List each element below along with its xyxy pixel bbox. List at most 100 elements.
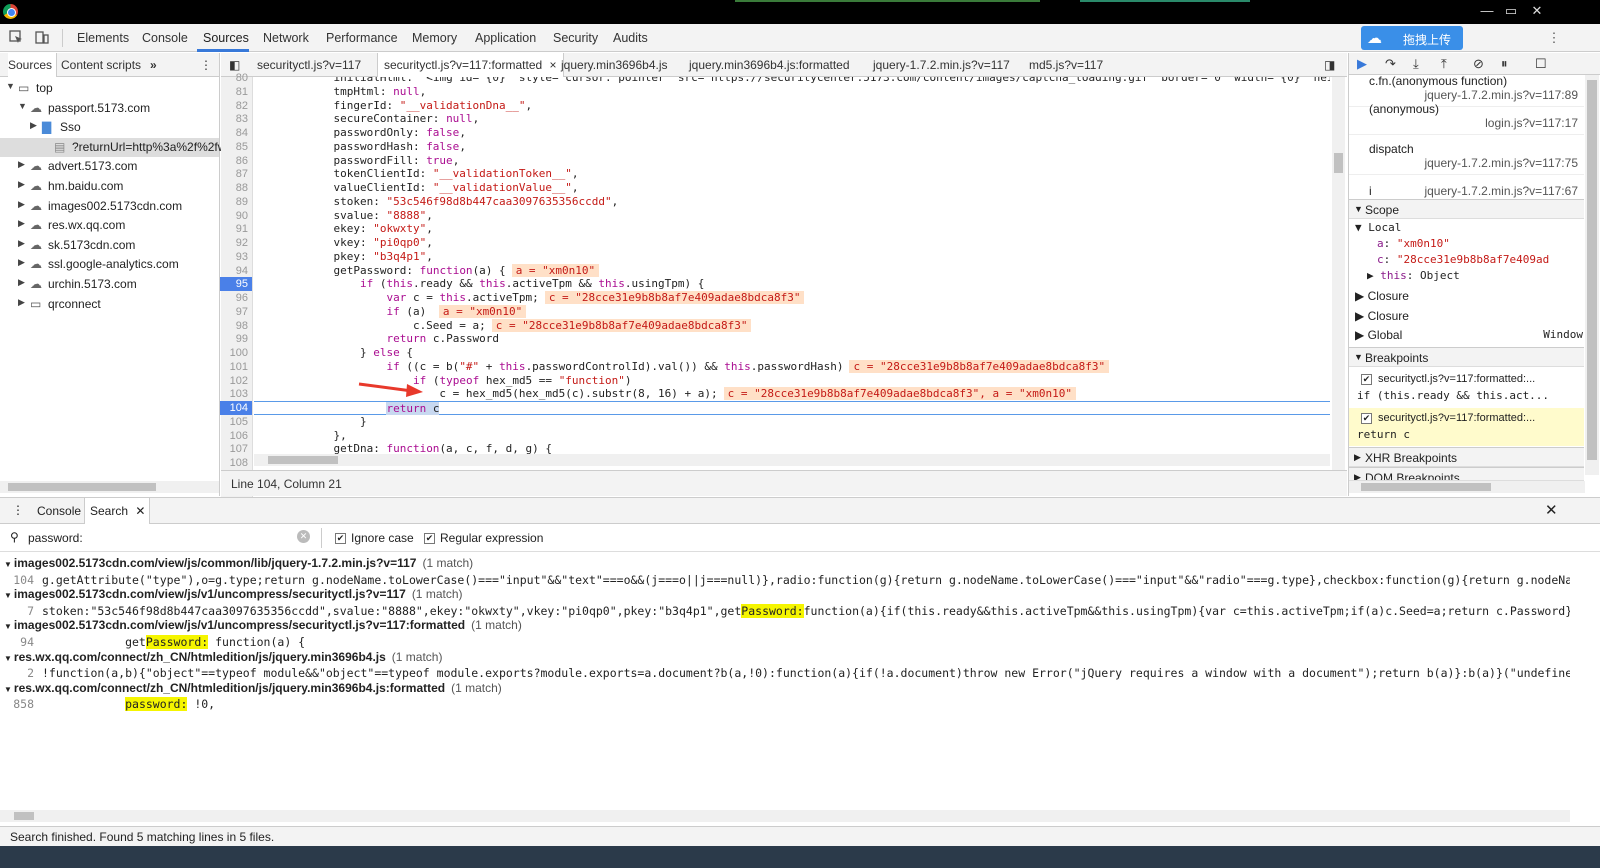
- restore-button[interactable]: ▭: [1500, 2, 1522, 20]
- editor-hscrollbar[interactable]: [254, 454, 1330, 466]
- line-number[interactable]: 100: [230, 346, 248, 360]
- result-file[interactable]: ▼ res.wx.qq.com/connect/zh_CN/htmledition…: [4, 650, 442, 664]
- more-options-icon[interactable]: ⋮: [1546, 30, 1562, 46]
- editor-tab[interactable]: jquery.min3696b4.js: [561, 58, 668, 72]
- tree-item-cloud[interactable]: ▶ ☁ images002.5173cdn.com: [0, 197, 219, 216]
- line-number[interactable]: 97: [236, 305, 248, 319]
- tree-item-cloud[interactable]: ▶ ☁ advert.5173.com: [0, 157, 219, 176]
- collapsed-arrow-icon[interactable]: ▶: [18, 257, 25, 268]
- tab-console[interactable]: Console: [142, 31, 188, 45]
- editor-vscrollbar[interactable]: [1332, 77, 1345, 490]
- close-tab-icon[interactable]: ×: [546, 58, 557, 72]
- collapsed-arrow-icon[interactable]: ▶: [18, 297, 25, 308]
- breakpoint-item[interactable]: ✔ securityctl.js?v=117:formatted:... if …: [1349, 369, 1584, 407]
- dom-breakpoints-header[interactable]: ▶ DOM Breakpoints: [1349, 467, 1584, 481]
- line-gutter[interactable]: 80 81 82 83 84 85 86 87 88 89 90 91 92 93 94 95 96 97 98 99…: [220, 72, 253, 510]
- tab-drawer-console[interactable]: Console: [37, 504, 81, 518]
- line-number[interactable]: 105: [230, 415, 248, 429]
- line-number[interactable]: 94: [236, 264, 248, 278]
- upload-button[interactable]: ☁ 拖拽上传: [1361, 26, 1463, 50]
- close-search-tab-icon[interactable]: ✕: [135, 504, 145, 518]
- tree-item-cloud[interactable]: ▼ ☁ passport.5173.com: [0, 99, 219, 118]
- line-number[interactable]: 88: [236, 181, 248, 195]
- minimize-button[interactable]: —: [1476, 2, 1498, 20]
- expanded-arrow-icon[interactable]: ▼: [4, 591, 12, 600]
- scope-header[interactable]: ▼ Scope: [1349, 199, 1584, 219]
- pause-on-exceptions-icon[interactable]: ⏸: [1501, 56, 1508, 72]
- line-number[interactable]: 86: [236, 154, 248, 168]
- tab-sources-navigator[interactable]: Sources: [8, 53, 58, 77]
- breakpoint-item-active[interactable]: ✔ securityctl.js?v=117:formatted:... ret…: [1349, 408, 1584, 446]
- scope-local[interactable]: ▼ Local: [1355, 221, 1401, 237]
- editor-tab[interactable]: md5.js?v=117: [1029, 58, 1103, 72]
- navigator-menu-icon[interactable]: ⋮: [200, 58, 212, 72]
- step-out-icon[interactable]: ⤒: [1441, 56, 1447, 72]
- results-hscrollbar[interactable]: [0, 810, 1570, 822]
- collapsed-arrow-icon[interactable]: ▶: [18, 179, 25, 190]
- call-frame[interactable]: (anonymous) login.js?v=117:17: [1349, 99, 1584, 135]
- result-line[interactable]: 2 !function(a,b){"object"==typeof module&…: [0, 665, 1570, 681]
- result-file[interactable]: ▼ images002.5173cdn.com/view/js/v1/uncomp…: [4, 618, 522, 632]
- result-line[interactable]: 858 password: !0,: [0, 696, 1570, 712]
- call-frame[interactable]: dispatch jquery-1.7.2.min.js?v=117:75: [1349, 139, 1584, 175]
- collapsed-arrow-icon[interactable]: ▶: [18, 238, 25, 249]
- line-number[interactable]: 81: [236, 85, 248, 99]
- result-file[interactable]: ▼ images002.5173cdn.com/view/js/v1/uncomp…: [4, 587, 463, 601]
- tree-item-file[interactable]: ▤ ?returnUrl=http%3a%2f%2fww: [0, 137, 235, 157]
- async-checkbox[interactable]: ☐: [1535, 56, 1547, 72]
- close-window-button[interactable]: ✕: [1526, 2, 1548, 20]
- editor-tab[interactable]: jquery-1.7.2.min.js?v=117: [873, 58, 1010, 72]
- line-number[interactable]: 83: [236, 112, 248, 126]
- line-number[interactable]: 87: [236, 167, 248, 181]
- navigator-scrollbar[interactable]: [0, 481, 219, 493]
- line-number[interactable]: 99: [236, 332, 248, 346]
- resume-icon[interactable]: ▶: [1357, 56, 1367, 72]
- result-line[interactable]: 104 g.getAttribute("type"),o=g.type;retur…: [0, 572, 1570, 588]
- tree-item-cloud[interactable]: ▶ ☁ sk.5173cdn.com: [0, 236, 219, 255]
- inspect-element-icon[interactable]: [8, 30, 24, 46]
- ignore-case-checkbox[interactable]: ✔ Ignore case: [335, 531, 414, 545]
- tree-item-cloud[interactable]: ▶ ☁ res.wx.qq.com: [0, 216, 219, 235]
- toggle-navigator-icon[interactable]: ◧: [229, 58, 240, 72]
- collapsed-arrow-icon[interactable]: ▶: [30, 120, 37, 131]
- breakpoints-header[interactable]: ▼ Breakpoints: [1349, 347, 1584, 367]
- regex-checkbox[interactable]: ✔ Regular expression: [424, 531, 543, 545]
- result-file[interactable]: ▼ res.wx.qq.com/connect/zh_CN/htmledition…: [4, 681, 502, 695]
- tab-elements[interactable]: Elements: [77, 31, 129, 45]
- more-tabs-icon[interactable]: »: [150, 58, 157, 72]
- editor-tab[interactable]: securityctl.js?v=117: [257, 58, 361, 72]
- tab-drawer-search[interactable]: Search ✕: [84, 498, 151, 524]
- expanded-arrow-icon[interactable]: ▼: [6, 81, 15, 91]
- breakpoint-marker[interactable]: 95: [220, 277, 252, 292]
- expanded-arrow-icon[interactable]: ▼: [18, 101, 27, 111]
- breakpoint-checkbox[interactable]: ✔: [1361, 374, 1372, 385]
- tab-audits[interactable]: Audits: [613, 31, 648, 45]
- line-number[interactable]: 103: [230, 387, 248, 401]
- close-drawer-icon[interactable]: ✕: [1545, 501, 1558, 519]
- line-number[interactable]: 101: [230, 360, 248, 374]
- line-number[interactable]: 93: [236, 250, 248, 264]
- xhr-breakpoints-header[interactable]: ▶ XHR Breakpoints: [1349, 447, 1584, 467]
- expanded-arrow-icon[interactable]: ▼: [4, 622, 12, 631]
- collapsed-arrow-icon[interactable]: ▶: [18, 199, 25, 210]
- collapsed-arrow-icon[interactable]: ▶: [18, 218, 25, 229]
- code-content[interactable]: initialHtml: '<img id="{0}" style="curso…: [254, 77, 1330, 510]
- result-file[interactable]: ▼ images002.5173cdn.com/view/js/common/li…: [4, 556, 473, 570]
- line-number[interactable]: 92: [236, 236, 248, 250]
- search-input[interactable]: password:: [28, 531, 83, 545]
- expanded-arrow-icon[interactable]: ▼: [4, 560, 12, 569]
- tab-network[interactable]: Network: [263, 31, 309, 45]
- line-number[interactable]: 108: [230, 456, 248, 470]
- editor-tab[interactable]: jquery.min3696b4.js:formatted: [689, 58, 850, 72]
- line-number[interactable]: 102: [230, 374, 248, 388]
- tab-content-scripts[interactable]: Content scripts: [61, 58, 141, 72]
- clear-search-icon[interactable]: ✕: [297, 530, 310, 543]
- line-number[interactable]: 84: [236, 126, 248, 140]
- scope-this[interactable]: ▶ this: Object: [1367, 269, 1460, 285]
- device-toolbar-icon[interactable]: [34, 30, 50, 46]
- tree-item-cloud[interactable]: ▶ ☁ ssl.google-analytics.com: [0, 255, 219, 274]
- tree-item-frame[interactable]: ▼ ▭ top: [0, 79, 219, 98]
- line-number[interactable]: 89: [236, 195, 248, 209]
- line-number[interactable]: 85: [236, 140, 248, 154]
- editor-tab[interactable]: securityctl.js?v=117:formatted ×: [377, 53, 564, 77]
